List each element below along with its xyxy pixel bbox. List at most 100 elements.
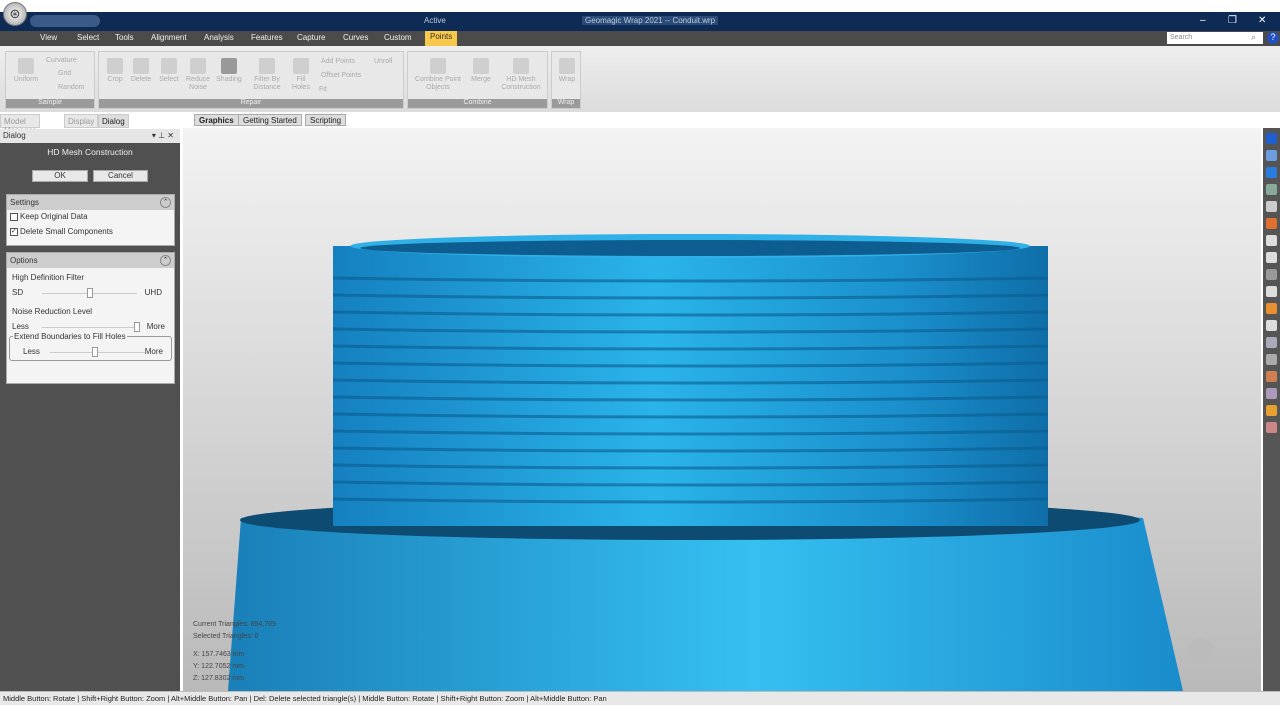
ribbon-group-repair: Crop Delete Select Reduce Noise Shading …: [98, 51, 404, 109]
add-points-button[interactable]: Add Points: [321, 58, 355, 66]
uniform-icon: [18, 58, 34, 74]
menu-custom[interactable]: Custom: [384, 33, 412, 42]
orange-tool-icon[interactable]: [1266, 303, 1277, 314]
tool-icon[interactable]: [1266, 371, 1277, 382]
help-icon[interactable]: ?: [1267, 32, 1279, 44]
curvature-button[interactable]: Curvature: [46, 57, 77, 65]
menu-curves[interactable]: Curves: [343, 33, 368, 42]
collapse-icon[interactable]: ⌃: [160, 255, 171, 266]
menu-alignment[interactable]: Alignment: [151, 33, 187, 42]
tab-dialog[interactable]: Dialog: [98, 114, 129, 128]
ribbon-group-combine: Combine Point Objects Merge HD Mesh Cons…: [407, 51, 548, 109]
delete-small-checkbox[interactable]: ✓ Delete Small Components: [7, 225, 174, 240]
tab-scripting[interactable]: Scripting: [305, 114, 347, 126]
random-button[interactable]: Random: [58, 84, 84, 92]
hd-mesh-icon: [513, 58, 529, 74]
fit-button[interactable]: Fit: [319, 86, 327, 94]
tool-icon[interactable]: [1266, 337, 1277, 348]
menu-select[interactable]: Select: [77, 33, 99, 42]
tool-icon[interactable]: [1266, 405, 1277, 416]
menu-analysis[interactable]: Analysis: [204, 33, 234, 42]
menu-features[interactable]: Features: [251, 33, 283, 42]
menu-points[interactable]: Points: [425, 31, 458, 46]
reduce-noise-button[interactable]: Reduce Noise: [184, 58, 212, 92]
unroll-button[interactable]: Unroll: [374, 58, 392, 66]
wrap-button[interactable]: Wrap: [555, 58, 579, 84]
selected-triangles: Selected Triangles: 0: [193, 633, 259, 640]
keep-original-checkbox[interactable]: Keep Original Data: [7, 210, 174, 225]
offset-points-button[interactable]: Offset Points: [321, 72, 361, 80]
dialog-header: Dialog ▾ ⊥ ✕: [0, 129, 180, 143]
tab-graphics[interactable]: Graphics: [194, 114, 239, 126]
menu-view[interactable]: View: [40, 33, 57, 42]
lasso-select-icon[interactable]: [1266, 252, 1277, 263]
ok-button[interactable]: OK: [32, 170, 88, 182]
extend-slider[interactable]: Less More: [10, 344, 171, 359]
coord-x: X: 157.7463 mm: [193, 651, 245, 658]
color-icon[interactable]: [1266, 218, 1277, 229]
maximize-button[interactable]: ❐: [1228, 15, 1237, 26]
group-label: Repair: [99, 99, 403, 108]
brush-select-icon[interactable]: [1266, 286, 1277, 297]
view-toolbar: [1263, 128, 1280, 691]
grid-button[interactable]: Grid: [58, 70, 71, 78]
fit-view-icon[interactable]: [1266, 167, 1277, 178]
combine-icon: [430, 58, 446, 74]
ribbon-group-wrap: Wrap Wrap: [551, 51, 581, 109]
window-select-icon[interactable]: [1266, 320, 1277, 331]
hd-filter-label: High Definition Filter: [12, 273, 85, 282]
line-select-icon[interactable]: [1266, 269, 1277, 280]
shading-button[interactable]: Shading: [215, 58, 243, 84]
graphics-viewport[interactable]: Current Triangles: 894,769 Selected Tria…: [183, 128, 1261, 691]
rect-select-icon[interactable]: [1266, 235, 1277, 246]
tool-icon[interactable]: [1266, 422, 1277, 433]
collapse-icon[interactable]: ⌃: [160, 197, 171, 208]
dialog-panel: Dialog ▾ ⊥ ✕ HD Mesh Construction OK Canc…: [0, 129, 180, 691]
tab-display[interactable]: Display: [64, 114, 99, 128]
shading-icon: [221, 58, 237, 74]
select-button[interactable]: Select: [157, 58, 181, 84]
view-icon[interactable]: [1266, 133, 1277, 144]
tool-icon[interactable]: [1266, 388, 1277, 399]
status-bar: Middle Button: Rotate | Shift+Right Butt…: [0, 691, 1280, 705]
search-input[interactable]: Search: [1167, 32, 1263, 44]
merge-icon: [473, 58, 489, 74]
hd-filter-slider[interactable]: SD UHD: [7, 285, 174, 300]
pin-close-icons[interactable]: ▾ ⊥ ✕: [152, 131, 174, 140]
close-button[interactable]: ✕: [1258, 15, 1266, 26]
crop-icon: [107, 58, 123, 74]
quick-access-toolbar[interactable]: [30, 15, 100, 27]
group-label: Combine: [408, 99, 547, 108]
coord-z: Z: 127.8302 mm: [193, 675, 244, 682]
tab-getting-started[interactable]: Getting Started: [238, 114, 302, 126]
minimize-button[interactable]: –: [1200, 15, 1206, 26]
group-label: Wrap: [552, 99, 580, 108]
rotate-icon[interactable]: [1266, 150, 1277, 161]
delete-button[interactable]: Delete: [129, 58, 153, 84]
coord-y: Y: 122.7052 mm: [193, 663, 244, 670]
settings-section: Settings ⌃ Keep Original Data ✓ Delete Sma…: [6, 194, 175, 246]
cancel-button[interactable]: Cancel: [93, 170, 148, 182]
context-label: Active: [424, 16, 446, 25]
extend-group: Extend Boundaries to Fill Holes Less More: [9, 332, 172, 361]
tool-icon[interactable]: [1266, 354, 1277, 365]
hd-mesh-construction-button[interactable]: HD Mesh Construction: [498, 58, 544, 92]
layout-icon[interactable]: [1266, 184, 1277, 195]
fill-holes-icon: [293, 58, 309, 74]
crop-button[interactable]: Crop: [104, 58, 126, 84]
menu-capture[interactable]: Capture: [297, 33, 325, 42]
filter-by-distance-button[interactable]: Filter By Distance: [249, 58, 285, 92]
search-icon[interactable]: ⌕: [1251, 32, 1256, 43]
title-bar: Active Geomagic Wrap 2021 -- Conduit.wrp…: [0, 12, 1280, 31]
ribbon: Uniform Curvature Grid Random Sample Cro…: [0, 46, 1280, 112]
mesh-model: [228, 234, 1183, 691]
uniform-button[interactable]: Uniform: [11, 58, 41, 84]
tab-model-manager[interactable]: Model Manager: [0, 114, 40, 135]
app-logo-icon[interactable]: ⊛: [3, 2, 27, 26]
merge-button[interactable]: Merge: [466, 58, 496, 84]
menu-tools[interactable]: Tools: [115, 33, 134, 42]
zoom-icon[interactable]: [1266, 201, 1277, 212]
fill-holes-button[interactable]: Fill Holes: [289, 58, 313, 92]
combine-point-objects-button[interactable]: Combine Point Objects: [412, 58, 464, 92]
delete-icon: [133, 58, 149, 74]
